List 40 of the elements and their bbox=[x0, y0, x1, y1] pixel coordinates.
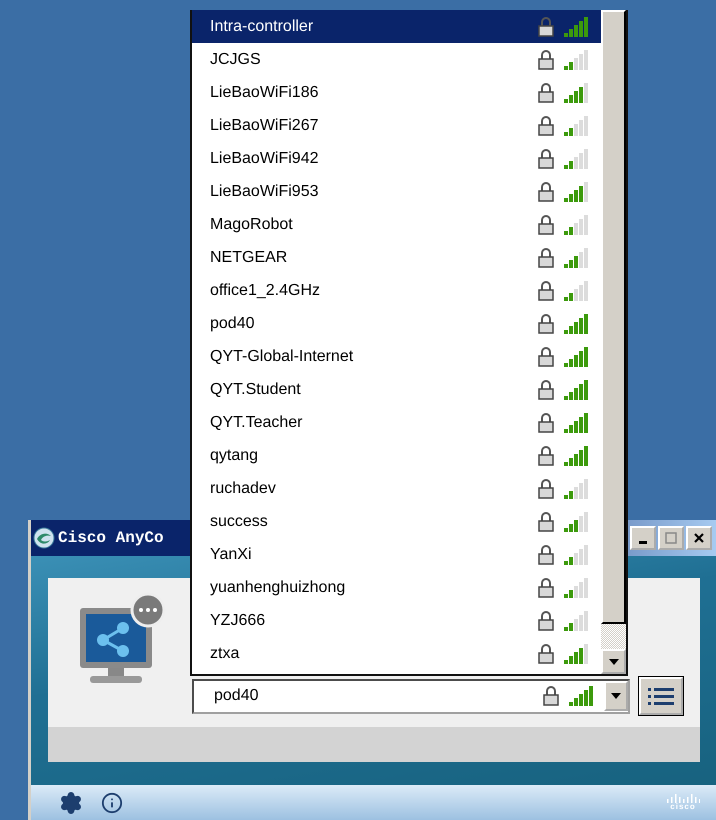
maximize-icon bbox=[665, 532, 677, 544]
network-dropdown[interactable]: pod40 bbox=[192, 678, 630, 714]
signal-icon bbox=[564, 182, 589, 202]
network-item[interactable]: Intra-controller bbox=[192, 10, 601, 43]
signal-icon bbox=[564, 280, 589, 300]
signal-icon bbox=[564, 610, 589, 630]
signal-icon bbox=[564, 82, 589, 102]
signal-icon bbox=[564, 116, 589, 136]
scroll-track[interactable] bbox=[601, 624, 626, 649]
signal-icon bbox=[564, 512, 589, 532]
signal-icon bbox=[564, 50, 589, 70]
signal-icon bbox=[564, 148, 589, 168]
signal-icon bbox=[564, 412, 589, 432]
signal-icon bbox=[564, 214, 589, 234]
caret-icon bbox=[608, 658, 618, 664]
caret-icon bbox=[611, 693, 621, 699]
list-icon bbox=[647, 686, 675, 706]
signal-icon bbox=[564, 446, 589, 466]
cisco-logo: cisco bbox=[666, 794, 700, 811]
signal-icon bbox=[564, 644, 589, 664]
signal-icon bbox=[564, 478, 589, 498]
info-icon[interactable] bbox=[101, 792, 123, 814]
signal-icon bbox=[564, 248, 589, 268]
dropdown-button[interactable] bbox=[604, 681, 628, 711]
signal-icon bbox=[564, 544, 589, 564]
window-title: Cisco AnyCo bbox=[58, 529, 164, 547]
signal-icon bbox=[569, 686, 594, 706]
signal-icon bbox=[564, 578, 589, 598]
scroll-thumb[interactable] bbox=[601, 10, 626, 624]
signal-icon bbox=[564, 346, 589, 366]
signal-icon bbox=[564, 314, 589, 334]
minimize-icon bbox=[639, 540, 647, 544]
close-icon bbox=[693, 532, 705, 544]
signal-icon bbox=[564, 16, 589, 36]
globe-icon bbox=[33, 527, 55, 549]
scroll-down-button[interactable] bbox=[601, 649, 626, 674]
close-button[interactable] bbox=[686, 526, 712, 550]
minimize-button[interactable] bbox=[630, 526, 656, 550]
signal-icon bbox=[564, 380, 589, 400]
list-button[interactable] bbox=[639, 677, 683, 715]
